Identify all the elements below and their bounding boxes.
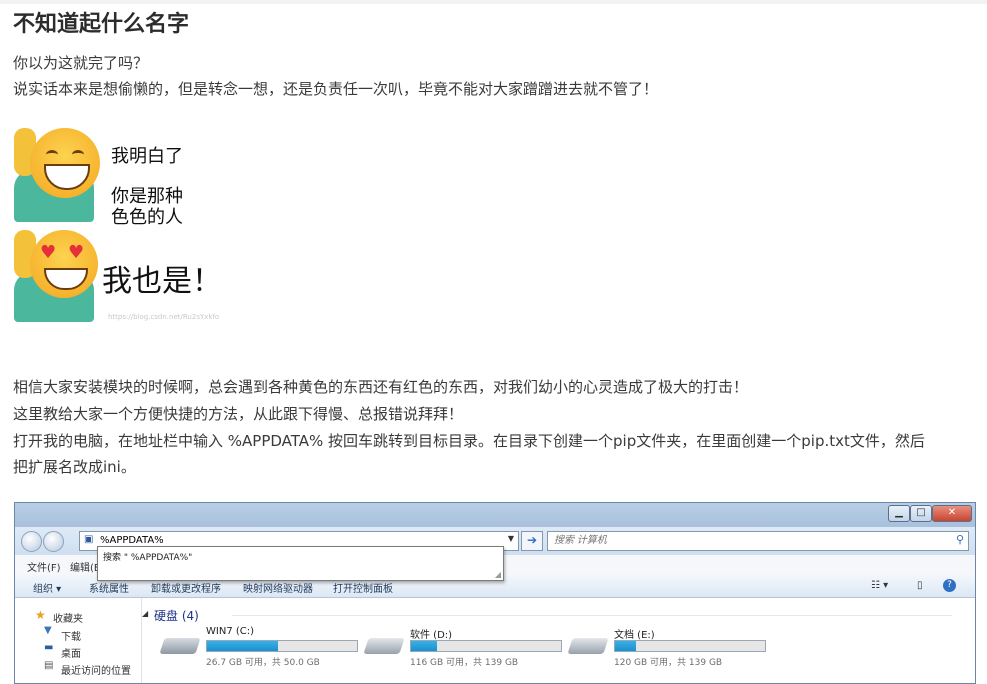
toolbar-system-properties[interactable]: 系统属性 — [89, 580, 129, 595]
drive-usage-fill — [207, 641, 278, 651]
drive-size: 26.7 GB 可用，共 50.0 GB — [206, 658, 320, 668]
drive-usage-bar — [206, 640, 358, 652]
nav-recent-places[interactable]: 最近访问的位置 — [61, 662, 131, 677]
toolbar-uninstall[interactable]: 卸载或更改程序 — [151, 580, 221, 595]
toolbar-control-panel[interactable]: 打开控制面板 — [333, 580, 393, 595]
drive-usage-fill — [615, 641, 636, 651]
help-icon[interactable]: ? — [943, 579, 956, 592]
meme-text-1: 我明白了 — [111, 146, 183, 167]
intro-line-2: 说实话本来是想偷懒的，但是转念一想，还是负责任一次叭，毕竟不能对大家蹭蹭进去就不… — [13, 80, 659, 98]
meme-watermark: https://blog.csdn.net/Ru2sYxkfo — [108, 313, 220, 321]
drive-usage-bar — [614, 640, 766, 652]
body-line-4: 把扩展名改成ini。 — [13, 458, 136, 476]
address-suggestion-dropdown: 搜索 " %APPDATA%" ◢ — [97, 546, 504, 581]
windows-drive-icon — [159, 638, 201, 654]
close-button[interactable]: ✕ — [932, 505, 972, 522]
minimize-button[interactable]: ▁ — [888, 505, 910, 522]
body-line-2: 这里教给大家一个方便快捷的方法，从此跟下得慢、总报错说拜拜！ — [13, 405, 464, 423]
drive-usage-bar — [410, 640, 562, 652]
desktop-icon: ▬ — [44, 642, 54, 653]
search-input[interactable] — [554, 533, 944, 548]
star-icon: ★ — [35, 608, 46, 622]
meme-grin-face-icon — [30, 128, 100, 198]
maximize-button[interactable]: □ — [910, 505, 932, 522]
back-button[interactable] — [21, 531, 42, 552]
nav-favorites[interactable]: 收藏夹 — [53, 610, 83, 625]
toolbar-map-drive[interactable]: 映射网络驱动器 — [243, 580, 313, 595]
article-title: 不知道起什么名字 — [13, 12, 190, 37]
go-arrow-button[interactable]: ➔ — [521, 531, 543, 551]
drive-c[interactable]: WIN7 (C:) 26.7 GB 可用，共 50.0 GB — [159, 626, 362, 676]
chevron-down-icon[interactable]: ▼ — [508, 534, 514, 543]
search-box[interactable]: ⚲ — [547, 531, 969, 551]
meme-text-2b: 色色的人 — [111, 207, 183, 228]
nav-downloads[interactable]: 下载 — [61, 628, 81, 643]
meme-text-3: 我也是！ — [102, 264, 222, 299]
search-icon[interactable]: ⚲ — [956, 533, 964, 546]
hard-drive-icon — [567, 638, 609, 654]
drive-size: 116 GB 可用，共 139 GB — [410, 658, 519, 668]
explorer-window: ▁ □ ✕ ▣ ▼ ➔ ⚲ 搜索 " %APPDATA%" ◢ 文件(F) 编辑… — [14, 502, 976, 684]
content-pane: ◢ 硬盘 (4) WIN7 (C:) 26.7 GB 可用，共 50.0 GB … — [142, 598, 975, 683]
view-options-icon[interactable]: ☷ ▾ — [871, 580, 888, 591]
drive-size: 120 GB 可用，共 139 GB — [614, 658, 723, 668]
resize-grip-icon: ◢ — [494, 570, 501, 579]
drive-e[interactable]: 文档 (E:) 120 GB 可用，共 139 GB — [567, 626, 770, 676]
preview-pane-icon[interactable]: ▯ — [917, 580, 923, 591]
hard-drive-icon — [363, 638, 405, 654]
nav-desktop[interactable]: 桌面 — [61, 645, 81, 660]
download-folder-icon: ▼ — [44, 625, 52, 636]
body-line-3: 打开我的电脑，在地址栏中输入 %APPDATA% 按回车跳转到目标目录。在目录下… — [13, 432, 925, 450]
drive-d[interactable]: 软件 (D:) 116 GB 可用，共 139 GB — [363, 626, 566, 676]
menu-file[interactable]: 文件(F) — [27, 559, 61, 574]
recent-places-icon: ▤ — [44, 660, 54, 671]
toolbar-organize[interactable]: 组织 ▾ — [33, 580, 61, 595]
body-line-1: 相信大家安装模块的时候啊，总会遇到各种黄色的东西还有红色的东西，对我们幼小的心灵… — [13, 378, 749, 396]
navigation-pane: ★ 收藏夹 ▼ 下载 ▬ 桌面 ▤ 最近访问的位置 — [15, 598, 142, 683]
drive-usage-fill — [411, 641, 437, 651]
drive-name: 文档 (E:) — [614, 630, 655, 641]
meme-heart-eyes-face-icon: ♥ ♥ — [30, 230, 98, 298]
drive-name: WIN7 (C:) — [206, 626, 255, 637]
section-hard-disks: 硬盘 (4) — [154, 609, 199, 623]
forward-button[interactable] — [43, 531, 64, 552]
computer-icon: ▣ — [84, 534, 94, 545]
section-divider — [232, 615, 952, 616]
top-divider — [0, 0, 987, 4]
collapse-arrow-icon[interactable]: ◢ — [142, 609, 148, 618]
suggestion-item[interactable]: 搜索 " %APPDATA%" — [103, 550, 192, 563]
drive-name: 软件 (D:) — [410, 630, 453, 641]
intro-line-1: 你以为这就完了吗？ — [13, 54, 149, 72]
explorer-titlebar: ▁ □ ✕ — [15, 503, 975, 527]
